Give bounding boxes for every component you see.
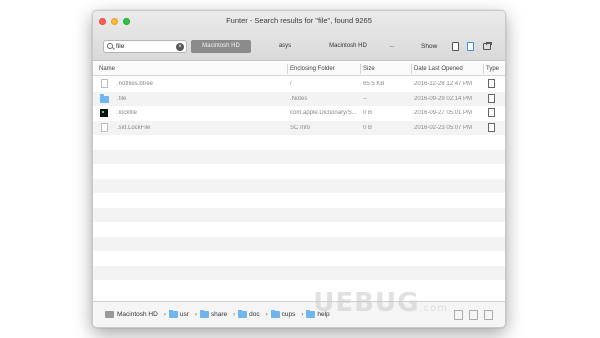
- empty-row: [93, 236, 505, 251]
- executable-icon: [100, 108, 109, 118]
- crumb-label: usr: [179, 311, 189, 318]
- column-date-last-opened[interactable]: Date Last Opened: [414, 66, 463, 72]
- table-row[interactable]: .lockfile com.apple.Dictionary/S... 0 B …: [93, 106, 505, 121]
- show-packages-icon[interactable]: [482, 41, 492, 52]
- reveal-icon[interactable]: [469, 310, 478, 320]
- chevron-right-icon: ›: [194, 311, 197, 318]
- clear-search-icon[interactable]: ×: [176, 42, 184, 51]
- empty-row: [93, 178, 505, 193]
- file-type-icon: [488, 79, 495, 88]
- row-date: 2016-02-23 05:07 PM: [414, 124, 473, 131]
- chevron-right-icon: ›: [233, 311, 236, 318]
- file-type-icon: [488, 108, 495, 117]
- table-header: Name Enclosing Folder Size Date Last Ope…: [93, 62, 505, 76]
- watermark-text: UEBUG: [313, 288, 420, 318]
- results-table: .hotfiles.btree / 65.5 KB 2016-12-28 12:…: [93, 77, 505, 303]
- column-size[interactable]: Size: [363, 66, 375, 72]
- row-folder: SC Info: [290, 124, 311, 131]
- folder-icon: [168, 309, 178, 318]
- chevron-right-icon: ›: [163, 311, 166, 318]
- empty-row: [93, 135, 505, 150]
- crumb-cups[interactable]: cups: [270, 309, 296, 318]
- scope-macintosh-hd[interactable]: Macintosh HD: [191, 40, 251, 53]
- scope-macintosh-hd-2[interactable]: Macintosh HD: [323, 40, 373, 53]
- document-icon: [100, 122, 109, 133]
- row-size: 65.5 KB: [363, 81, 385, 87]
- show-hidden-files-icon[interactable]: [466, 41, 476, 52]
- chevron-right-icon: ›: [301, 311, 304, 318]
- row-date: 2016-09-29 02:14 PM: [414, 95, 473, 102]
- crumb-share[interactable]: share: [199, 309, 228, 318]
- crumb-doc[interactable]: doc: [238, 309, 260, 318]
- watermark-suffix: .com: [419, 303, 448, 314]
- chevron-right-icon: ›: [265, 311, 268, 318]
- row-name: .sid.LockFile: [117, 124, 151, 131]
- table-row[interactable]: .file .Notes -- 2016-09-29 02:14 PM: [93, 91, 505, 106]
- titlebar: Funter - Search results for "file", foun…: [93, 11, 505, 61]
- folder-icon: [270, 309, 280, 318]
- folder-icon: [199, 309, 209, 318]
- row-folder: com.apple.Dictionary/S...: [290, 110, 357, 116]
- trash-icon[interactable]: [484, 310, 493, 320]
- crumb-label: Macintosh HD: [117, 311, 158, 318]
- folder-icon: [100, 94, 109, 104]
- row-name: .file: [117, 95, 127, 102]
- show-label: Show: [421, 43, 438, 50]
- column-name[interactable]: Name: [99, 66, 115, 72]
- row-size: --: [363, 95, 367, 102]
- file-type-icon: [488, 93, 495, 103]
- column-enclosing-folder[interactable]: Enclosing Folder: [290, 66, 335, 72]
- scope-more[interactable]: ...: [385, 40, 399, 53]
- row-name: .hotfiles.btree: [117, 81, 154, 87]
- empty-row: [93, 149, 505, 164]
- funter-window: Funter - Search results for "file", foun…: [92, 10, 506, 328]
- empty-row: [93, 164, 505, 179]
- crumb-label: doc: [249, 311, 260, 318]
- path-actions: [454, 310, 493, 320]
- crumb-label: share: [210, 311, 228, 318]
- table-row[interactable]: .hotfiles.btree / 65.5 KB 2016-12-28 12:…: [93, 77, 505, 92]
- search-input[interactable]: file: [116, 43, 124, 50]
- scope-asys[interactable]: asys: [273, 40, 297, 53]
- empty-row: [93, 207, 505, 222]
- row-size: 0 B: [363, 124, 373, 131]
- row-date: 2016-09-27 05:01 PM: [414, 110, 473, 116]
- window-title: Funter - Search results for "file", foun…: [226, 16, 372, 25]
- search-field[interactable]: file ×: [103, 40, 187, 53]
- show-files-icon[interactable]: [451, 41, 461, 52]
- row-folder: .Notes: [290, 95, 308, 102]
- row-name: .lockfile: [117, 110, 138, 116]
- empty-row: [93, 222, 505, 237]
- search-icon: [104, 41, 116, 52]
- empty-row: [93, 251, 505, 266]
- hard-disk-icon: [105, 311, 114, 318]
- crumb-macintosh-hd[interactable]: Macintosh HD: [105, 311, 158, 318]
- file-type-icon: [488, 122, 495, 132]
- row-date: 2016-12-28 12:47 PM: [414, 81, 473, 87]
- copy-icon[interactable]: [454, 310, 463, 320]
- table-row[interactable]: .sid.LockFile SC Info 0 B 2016-02-23 05:…: [93, 120, 505, 135]
- empty-row: [93, 265, 505, 280]
- crumb-usr[interactable]: usr: [168, 309, 189, 318]
- crumb-label: cups: [281, 311, 296, 318]
- watermark-logo: UEBUG.com: [313, 288, 448, 318]
- row-size: 0 B: [363, 110, 373, 116]
- folder-icon: [238, 309, 248, 318]
- column-type[interactable]: Type: [486, 66, 499, 72]
- toolbar: file × Macintosh HD asys Macintosh HD ..…: [93, 37, 505, 57]
- row-folder: /: [290, 81, 292, 87]
- empty-row: [93, 193, 505, 208]
- document-icon: [100, 79, 109, 89]
